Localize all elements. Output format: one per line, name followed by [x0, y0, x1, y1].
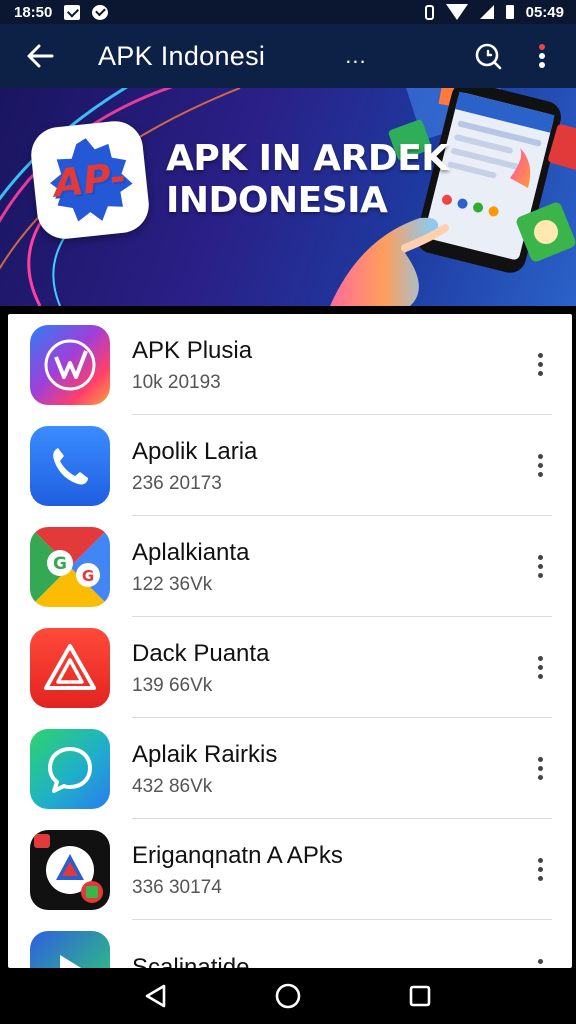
item-more-button[interactable]: [526, 749, 554, 789]
list-item[interactable]: Apolik Laria 236 20173: [8, 415, 572, 516]
banner-title-line2: INDONESIA: [166, 180, 388, 221]
square-recents-icon: [409, 985, 431, 1007]
list-item[interactable]: APK Plusia 10k 20193: [8, 314, 572, 415]
banner-title-line1: APK IN ARDEK: [166, 138, 449, 179]
circle-triangle-icon: [30, 829, 110, 910]
g-logo-icon: G G: [30, 526, 110, 607]
system-nav-bar: [0, 968, 576, 1024]
item-more-button[interactable]: [526, 345, 554, 385]
list-item[interactable]: G G Aplalkianta 122 36Vk: [8, 516, 572, 617]
chat-bubble-icon: [30, 728, 110, 809]
back-button[interactable]: [12, 28, 68, 84]
status-time: 18:50: [14, 3, 53, 21]
item-more-button[interactable]: [526, 547, 554, 587]
app-meta: 432 86Vk: [132, 775, 213, 797]
bluetooth-icon: [424, 4, 434, 20]
download-notification-icon: [64, 4, 81, 20]
app-name: Dack Puanta: [132, 639, 270, 667]
status-clock: 05:49: [525, 3, 564, 21]
search-button[interactable]: [470, 38, 506, 74]
nav-recents-button[interactable]: [395, 971, 445, 1021]
status-bar: 18:50 05:49: [0, 0, 576, 24]
app-bar: APK Indonesi ...: [0, 24, 576, 88]
wifi-icon: [445, 4, 468, 20]
app-name: Eriganqnatn A APks: [132, 841, 343, 869]
item-more-button[interactable]: [526, 648, 554, 688]
promo-banner[interactable]: AP- APK IN ARDEK INDONESIA: [0, 88, 576, 306]
list-item[interactable]: Dack Puanta 139 66Vk: [8, 617, 572, 718]
banner-logo: AP-: [28, 118, 152, 242]
app-meta: 10k 20193: [132, 371, 221, 393]
phone-handset-icon: [30, 425, 110, 506]
stylized-w-icon: [30, 324, 110, 405]
item-more-button[interactable]: [526, 446, 554, 486]
nav-home-button[interactable]: [263, 971, 313, 1021]
app-name: Scalinatide: [132, 953, 250, 969]
battery-icon: [505, 5, 514, 19]
app-list: APK Plusia 10k 20193 Apolik Laria 236 20…: [8, 314, 572, 968]
title-ellipsis: ...: [345, 43, 367, 68]
triangle-a-icon: [30, 627, 110, 708]
app-name: Apolik Laria: [132, 437, 258, 465]
logo-text: AP-: [51, 154, 129, 206]
item-more-button[interactable]: [526, 951, 554, 969]
signal-icon: [479, 5, 494, 19]
list-item[interactable]: Aplaik Rairkis 432 86Vk: [8, 718, 572, 819]
app-meta: 139 66Vk: [132, 674, 213, 696]
list-item[interactable]: Scalinatide: [8, 920, 572, 968]
banner-title: APK IN ARDEK INDONESIA: [166, 138, 449, 222]
circle-home-icon: [275, 983, 301, 1009]
arrow-back-icon: [27, 44, 54, 68]
svg-text:G: G: [53, 554, 67, 574]
app-name: Aplalkianta: [132, 538, 250, 566]
app-name: Aplaik Rairkis: [132, 740, 278, 768]
svg-text:G: G: [82, 567, 94, 585]
page-title: APK Indonesi: [98, 40, 266, 71]
triangle-back-icon: [145, 984, 166, 1008]
more-vert-icon: [539, 44, 545, 68]
play-arrow-icon: [30, 930, 110, 968]
nav-back-button[interactable]: [131, 971, 181, 1021]
app-meta: 122 36Vk: [132, 573, 213, 595]
list-item[interactable]: Eriganqnatn A APks 336 30174: [8, 819, 572, 920]
item-more-button[interactable]: [526, 850, 554, 890]
app-meta: 336 30174: [132, 876, 222, 898]
overflow-menu-button[interactable]: [524, 38, 560, 74]
app-name: APK Plusia: [132, 336, 253, 364]
app-meta: 236 20173: [132, 472, 222, 494]
search-icon: [475, 43, 502, 70]
shield-notification-icon: [92, 4, 109, 20]
